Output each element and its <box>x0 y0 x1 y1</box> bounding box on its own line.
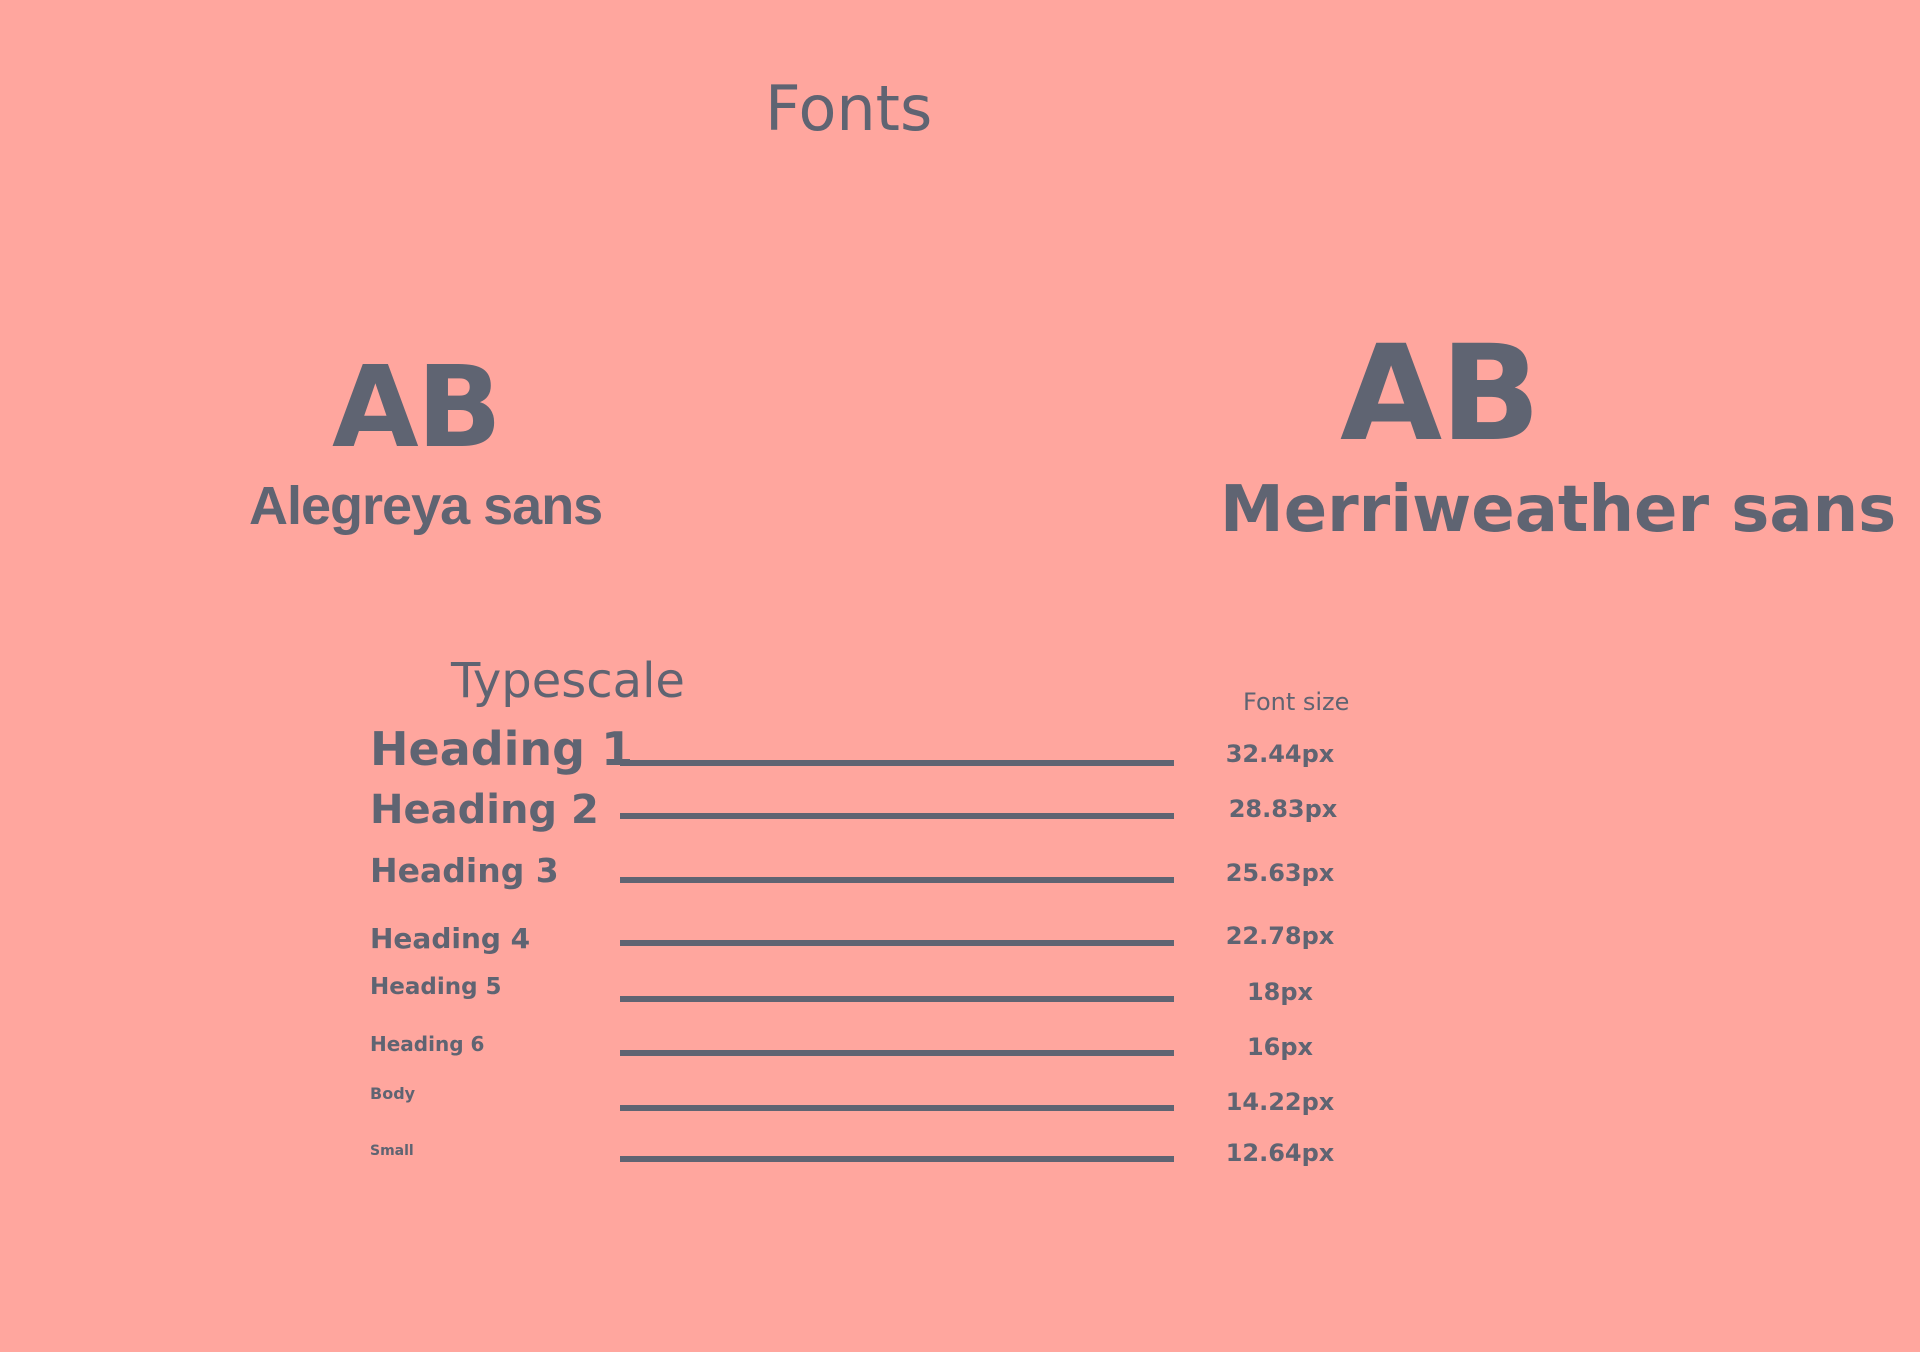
typescale-divider <box>620 1156 1174 1162</box>
typescale-size: 32.44px <box>1225 740 1335 768</box>
font-name: Alegreya sans <box>249 476 603 536</box>
typescale-size: 12.64px <box>1225 1139 1335 1167</box>
typescale-label: Heading 1 <box>370 722 634 776</box>
font-size-header: Font size <box>1243 688 1350 716</box>
typescale-size: 14.22px <box>1225 1088 1335 1116</box>
font-sample-letters: AB <box>1340 317 1541 471</box>
typescale-size: 28.83px <box>1228 795 1338 823</box>
typescale-divider <box>620 1105 1174 1111</box>
typescale-label: Heading 6 <box>370 1032 485 1056</box>
typescale-label: Heading 4 <box>370 922 531 955</box>
typescale-label: Heading 5 <box>370 974 502 1000</box>
typescale-divider <box>620 813 1174 819</box>
typescale-divider <box>620 996 1174 1002</box>
typescale-size: 18px <box>1246 978 1314 1006</box>
typescale-divider <box>620 877 1174 883</box>
typescale-title: Typescale <box>451 653 685 709</box>
typescale-size: 25.63px <box>1225 859 1335 887</box>
typescale-label: Body <box>370 1084 416 1103</box>
font-sample-letters: AB <box>332 343 502 473</box>
typescale-label: Heading 3 <box>370 851 559 890</box>
typescale-label: Heading 2 <box>370 787 599 833</box>
typescale-label: Small <box>370 1143 414 1159</box>
font-name: Merriweather sans <box>1220 473 1897 547</box>
typescale-divider <box>620 940 1174 946</box>
typescale-size: 16px <box>1246 1033 1314 1061</box>
typescale-divider <box>620 760 1174 766</box>
typescale-divider <box>620 1050 1174 1056</box>
typescale-size: 22.78px <box>1225 922 1335 950</box>
page-title: Fonts <box>765 72 933 145</box>
